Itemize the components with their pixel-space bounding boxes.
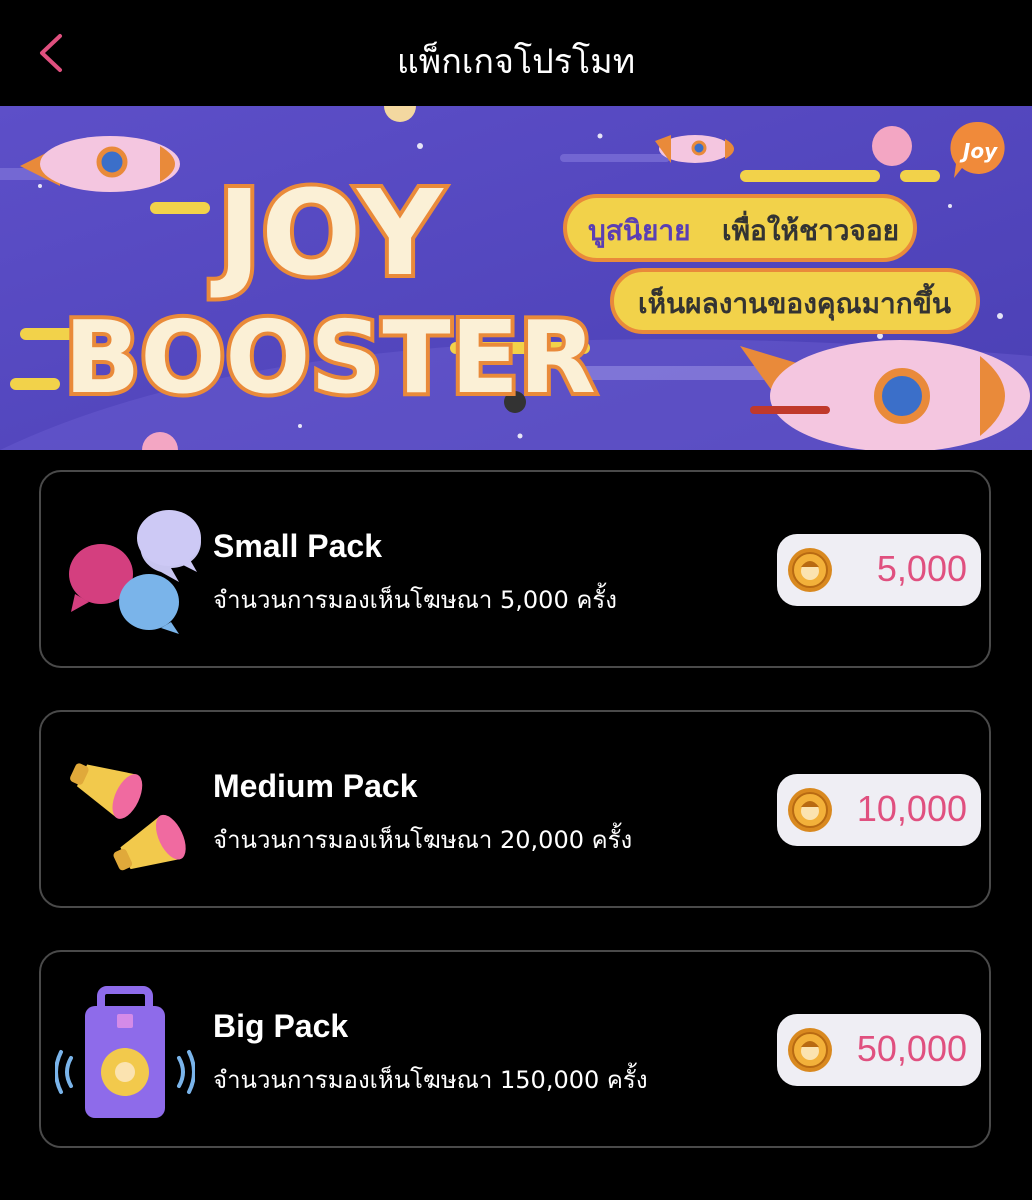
megaphones-icon [70, 763, 186, 871]
price-value: 10,000 [856, 788, 967, 829]
price-value: 5,000 [876, 548, 967, 589]
banner-tagline-line2: เห็นผลงานของคุณมากขึ้น [638, 282, 951, 321]
coin-icon [788, 788, 832, 832]
small-pack-card[interactable]: Small Pack จำนวนการมองเห็นโฆษณา 5,000 คร… [39, 470, 991, 668]
pack-name: Big Pack [213, 1008, 349, 1044]
big-pack-card[interactable]: Big Pack จำนวนการมองเห็นโฆษณา 150,000 คร… [39, 950, 991, 1148]
price-button[interactable]: 5,000 [777, 534, 981, 606]
page-title: แพ็กเกจโปรโมท [396, 42, 636, 82]
coin-icon [788, 548, 832, 592]
top-nav-bar: แพ็กเกจโปรโมท [0, 0, 1032, 106]
speech-bubbles-icon [69, 510, 201, 634]
pack-description: จำนวนการมองเห็นโฆษณา 5,000 ครั้ง [213, 586, 618, 614]
price-button[interactable]: 50,000 [777, 1014, 981, 1086]
medium-pack-card[interactable]: Medium Pack จำนวนการมองเห็นโฆษณา 20,000 … [39, 710, 991, 908]
speaker-icon [55, 986, 195, 1118]
pack-name: Small Pack [213, 528, 382, 564]
joy-booster-banner[interactable]: JOY BOOSTER บูสนิยาย เพื่อให้ชาวจอย เห็น… [0, 106, 1032, 450]
pack-description: จำนวนการมองเห็นโฆษณา 150,000 ครั้ง [213, 1066, 648, 1094]
banner-headline-joy: JOY [210, 164, 444, 302]
banner-headline-booster: BOOSTER [64, 299, 596, 416]
joy-logo-text: Joy [959, 139, 998, 163]
pack-description: จำนวนการมองเห็นโฆษณา 20,000 ครั้ง [213, 826, 633, 854]
price-value: 50,000 [856, 1028, 967, 1069]
banner-tagline-highlight: บูสนิยาย [588, 214, 691, 248]
banner-tagline-line1: เพื่อให้ชาวจอย [722, 210, 899, 247]
price-button[interactable]: 10,000 [777, 774, 981, 846]
pack-name: Medium Pack [213, 768, 418, 804]
coin-icon [788, 1028, 832, 1072]
